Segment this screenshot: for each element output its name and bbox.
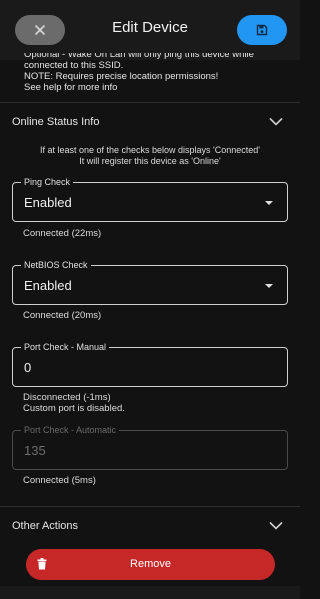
ping-check-dropdown[interactable]: Ping Check Enabled [12,176,288,222]
ping-check-value: Enabled [24,195,72,210]
save-icon [256,24,268,36]
online-status-info: If at least one of the checks below disp… [30,145,270,167]
netbios-check-value: Enabled [24,278,72,293]
port-automatic-value: 135 [24,443,46,458]
remove-label: Remove [130,558,171,570]
netbios-check-label: NetBIOS Check [21,259,91,271]
chevron-up-icon[interactable] [269,117,283,126]
note-line: NOTE: Requires precise location permissi… [24,71,219,82]
netbios-check-dropdown[interactable]: NetBIOS Check Enabled [12,259,288,305]
note-line: Optional - Wake On Lan will only ping th… [24,49,254,60]
port-automatic-input: Port Check - Automatic 135 [12,424,288,470]
info-line: It will register this device as 'Online' [79,156,221,166]
port-manual-input[interactable]: Port Check - Manual 0 [12,341,288,387]
note-line: connected to this SSID. [24,60,124,71]
port-manual-value: 0 [24,360,32,375]
dropdown-arrow-icon [265,201,273,205]
note-line: See help for more info [24,82,118,93]
other-actions-section-title[interactable]: Other Actions [12,520,78,532]
ping-check-label: Ping Check [21,176,74,188]
divider [0,102,300,103]
save-button[interactable] [237,15,287,45]
chevron-up-icon[interactable] [269,521,283,530]
ping-check-status: Connected (22ms) [23,228,102,239]
port-automatic-status: Connected (5ms) [23,475,96,486]
info-line: If at least one of the checks below disp… [39,145,261,155]
netbios-check-status: Connected (20ms) [23,310,102,321]
online-status-section-title[interactable]: Online Status Info [12,116,99,128]
divider [0,506,300,507]
port-automatic-label: Port Check - Automatic [21,424,120,436]
wake-on-lan-note: Optional - Wake On Lan will only ping th… [24,49,286,93]
port-manual-label: Port Check - Manual [21,341,110,353]
port-manual-status: Disconnected (-1ms) Custom port is disab… [23,392,125,414]
status-line: Custom port is disabled. [23,403,125,414]
bottom-bar [0,586,300,599]
remove-button[interactable]: Remove [26,549,275,580]
dropdown-arrow-icon [265,284,273,288]
status-line: Disconnected (-1ms) [23,392,111,403]
